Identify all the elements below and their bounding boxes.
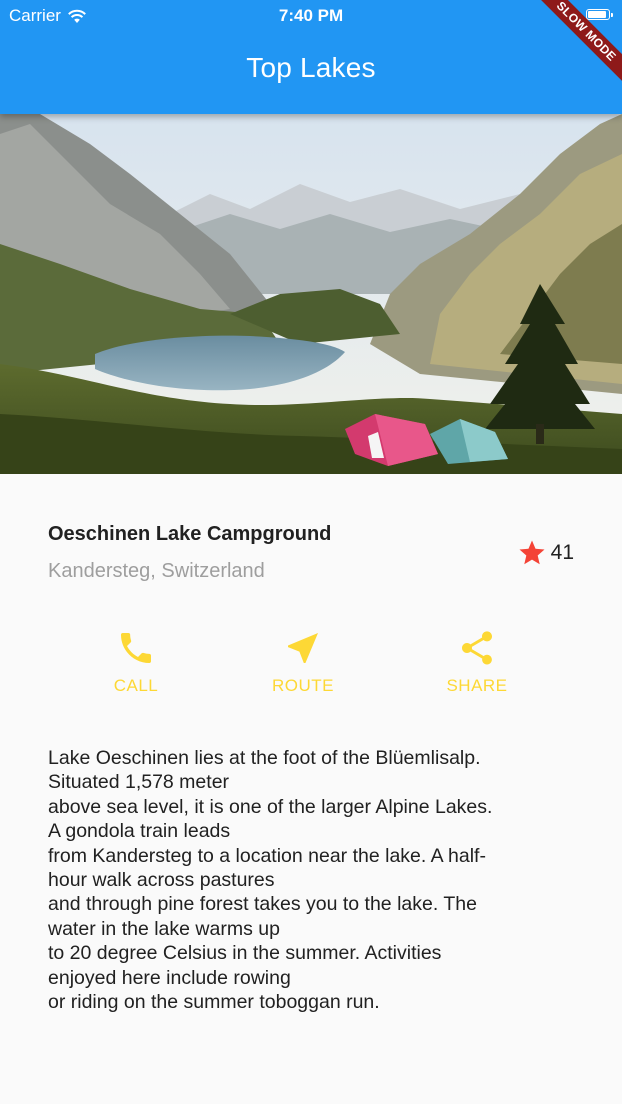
star-icon[interactable] bbox=[517, 538, 547, 568]
description-line: water in the lake warms up bbox=[48, 917, 280, 940]
description-line: and through pine forest takes you to the… bbox=[48, 893, 477, 916]
description-line: above sea level, it is one of the larger… bbox=[48, 795, 493, 818]
share-button[interactable]: SHARE bbox=[417, 628, 537, 703]
place-location: Kandersteg, Switzerland bbox=[48, 560, 265, 582]
status-bar: Carrier 7:40 PM bbox=[0, 0, 622, 32]
navigation-icon bbox=[283, 628, 323, 668]
status-time: 7:40 PM bbox=[278, 6, 344, 25]
description-line: enjoyed here include rowing bbox=[48, 966, 291, 989]
route-label: ROUTE bbox=[272, 676, 334, 695]
description-line: to 20 degree Celsius in the summer. Acti… bbox=[48, 942, 442, 965]
rating-count: 41 bbox=[550, 541, 574, 564]
description-text: Lake Oeschinen lies at the foot of the B… bbox=[48, 746, 588, 1014]
share-label: SHARE bbox=[446, 676, 508, 695]
call-label: CALL bbox=[113, 676, 159, 695]
place-name: Oeschinen Lake Campground bbox=[48, 523, 332, 545]
description-line: or riding on the summer toboggan run. bbox=[48, 991, 380, 1014]
description-line: Situated 1,578 meter bbox=[48, 771, 230, 794]
battery-icon bbox=[586, 9, 613, 20]
rating[interactable]: 41 bbox=[517, 538, 574, 568]
description-line: from Kandersteg to a location near the l… bbox=[48, 844, 486, 867]
share-icon bbox=[457, 628, 497, 668]
app-bar: Carrier 7:40 PM Top Lakes bbox=[0, 0, 622, 114]
app-screen: Carrier 7:40 PM Top Lakes SLOW MODE Oesc… bbox=[0, 0, 622, 1104]
battery-level bbox=[588, 11, 606, 18]
description-line: A gondola train leads bbox=[48, 820, 231, 843]
phone-icon bbox=[116, 628, 156, 668]
description-line: hour walk across pastures bbox=[48, 869, 275, 892]
call-button[interactable]: CALL bbox=[76, 628, 196, 703]
action-button-row: CALL ROUTE SHARE bbox=[0, 628, 622, 708]
hero-image bbox=[0, 114, 622, 474]
route-button[interactable]: ROUTE bbox=[243, 628, 363, 703]
description-line: Lake Oeschinen lies at the foot of the B… bbox=[48, 747, 481, 769]
page-title: Top Lakes bbox=[246, 52, 376, 83]
title-section: Oeschinen Lake Campground Kandersteg, Sw… bbox=[48, 520, 578, 590]
